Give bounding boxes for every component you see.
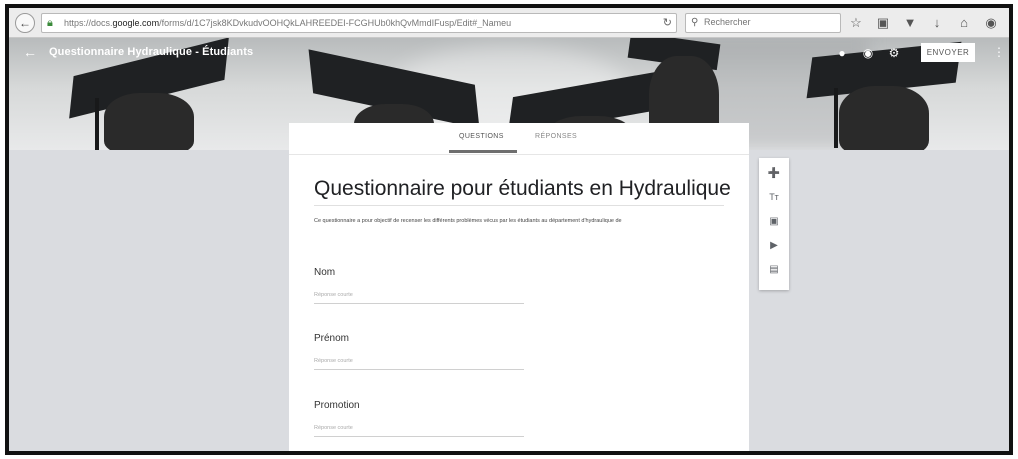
back-arrow-icon[interactable]: ← [23,44,37,60]
profile-icon[interactable]: ◉ [984,14,998,32]
question-hint: Réponse courte [314,358,353,364]
form-heading[interactable]: Questionnaire pour étudiants en Hydrauli… [314,177,731,201]
form-title[interactable]: Questionnaire Hydraulique - Étudiants [49,46,253,58]
question-hint: Réponse courte [314,425,353,431]
answer-line [314,303,524,304]
header-actions: ● ◉ ⚙ [835,46,901,60]
search-input[interactable] [704,17,834,27]
question-label-nom[interactable]: Nom [314,267,335,278]
form-description[interactable]: Ce questionnaire a pour objectif de rece… [314,218,724,224]
answer-line [314,436,524,437]
active-tab-indicator [449,150,517,153]
tab-responses[interactable]: RÉPONSES [535,133,577,140]
menu-icon[interactable]: ≡ [1011,14,1013,32]
browser-toolbar: ← 🔒︎ https://docs.google.com/forms/d/1C7… [9,8,1009,38]
search-icon: ⚲ [691,17,699,28]
form-card: Questionnaire pour étudiants en Hydrauli… [289,154,749,451]
question-label-promotion[interactable]: Promotion [314,400,360,411]
preview-eye-icon[interactable]: ◉ [861,46,875,60]
divider [314,205,724,206]
add-video-icon[interactable]: ▶ [759,240,789,251]
add-title-icon[interactable]: Tт [759,192,789,202]
back-arrow-icon[interactable]: ← [15,13,35,33]
download-icon[interactable]: ↓ [930,14,944,32]
lock-icon: 🔒︎ [47,17,53,29]
search-box[interactable]: ⚲ [685,13,841,33]
pocket-icon[interactable]: ▼ [903,14,917,32]
star-icon[interactable]: ☆ [849,14,863,32]
clipboard-icon[interactable]: ▣ [876,14,890,32]
url-text: https://docs.google.com/forms/d/1C7jsk8K… [64,18,512,28]
browser-toolbar-icons: ☆ ▣ ▼ ↓ ⌂ ◉ ≡ [849,14,1013,32]
question-label-prenom[interactable]: Prénom [314,333,349,344]
add-section-icon[interactable]: ▤ [759,264,789,275]
address-bar[interactable]: 🔒︎ https://docs.google.com/forms/d/1C7js… [41,13,677,33]
question-toolbox: ➕ Tт ▣ ▶ ▤ [759,158,789,290]
form-header-bar: ← Questionnaire Hydraulique - Étudiants … [9,38,1009,64]
palette-icon[interactable]: ● [835,46,849,60]
add-question-icon[interactable]: ➕ [759,168,789,179]
send-button[interactable]: ENVOYER [921,43,975,62]
reload-icon[interactable]: ↻ [663,16,672,29]
more-options-icon[interactable]: ⋮ [993,45,1005,59]
form-tabs: QUESTIONS RÉPONSES [289,123,749,154]
add-image-icon[interactable]: ▣ [759,216,789,227]
answer-line [314,369,524,370]
settings-gear-icon[interactable]: ⚙ [887,46,901,60]
home-icon[interactable]: ⌂ [957,14,971,32]
question-hint: Réponse courte [314,292,353,298]
tab-questions[interactable]: QUESTIONS [459,133,504,140]
screen-frame: ← 🔒︎ https://docs.google.com/forms/d/1C7… [5,4,1013,455]
